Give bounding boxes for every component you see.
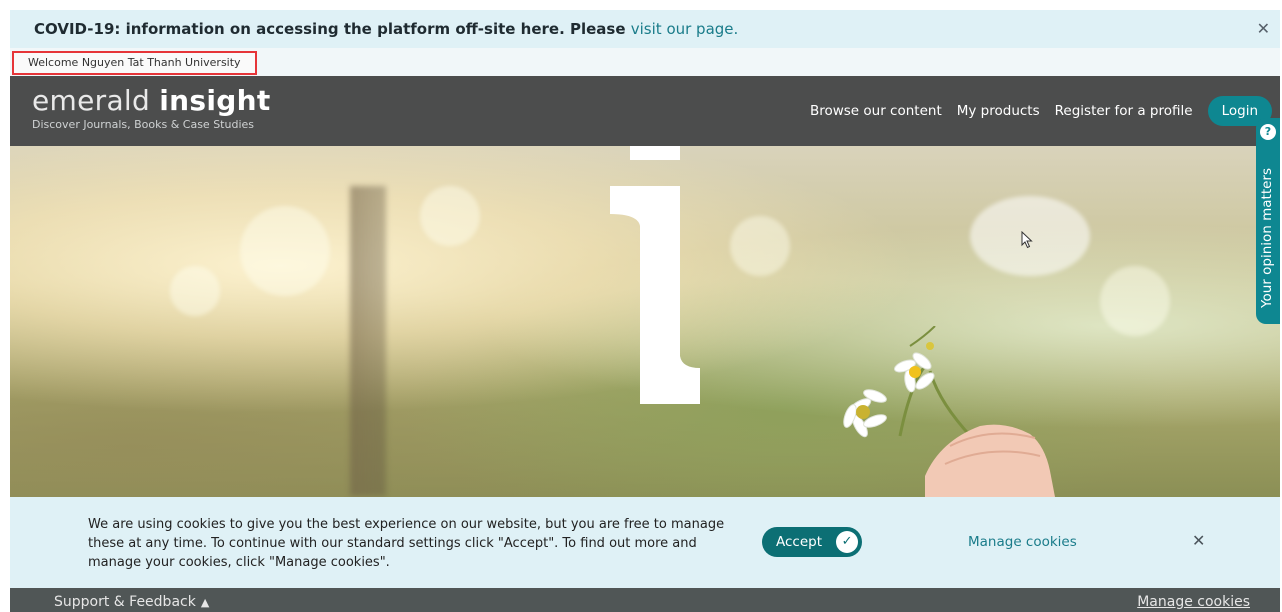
welcome-strip: Welcome Nguyen Tat Thanh University [10, 48, 1280, 76]
main-nav: Browse our content My products Register … [810, 96, 1272, 126]
nav-register-profile[interactable]: Register for a profile [1055, 103, 1193, 119]
bokeh-light [240, 206, 330, 296]
covid-banner-text: COVID-19: information on accessing the p… [34, 10, 738, 48]
site-header: emerald insight Discover Journals, Books… [10, 76, 1280, 146]
visit-our-page-link[interactable]: visit our page. [631, 20, 739, 38]
nav-browse-our-content[interactable]: Browse our content [810, 103, 942, 119]
logo-bold-text: insight [159, 84, 271, 117]
flower-and-hand-graphic [843, 326, 1055, 497]
accept-label: Accept [776, 534, 823, 550]
logo-light-text: emerald [32, 84, 160, 117]
cookie-message: We are using cookies to give you the bes… [88, 517, 725, 570]
bokeh-light [420, 186, 480, 246]
close-icon[interactable]: ✕ [1192, 531, 1205, 550]
mouse-cursor-icon [1021, 231, 1033, 249]
page: COVID-19: information on accessing the p… [10, 10, 1280, 612]
bokeh-light [170, 266, 220, 316]
tree-trunk [350, 186, 386, 496]
welcome-message: Welcome Nguyen Tat Thanh University [12, 51, 257, 75]
nav-my-products[interactable]: My products [957, 103, 1040, 119]
emerald-insight-logo[interactable]: emerald insight Discover Journals, Books… [32, 86, 271, 132]
manage-cookies-link[interactable]: Manage cookies [968, 534, 1077, 550]
your-opinion-matters-tab[interactable]: ? Your opinion matters [1256, 118, 1280, 324]
logo-wordmark: emerald insight [32, 86, 271, 116]
hero-image [10, 146, 1280, 497]
logo-tagline: Discover Journals, Books & Case Studies [32, 118, 254, 131]
footer-bar: Support & Feedback ▲ Manage cookies [10, 588, 1280, 612]
bokeh-light [730, 216, 790, 276]
cookie-banner: We are using cookies to give you the bes… [10, 497, 1280, 588]
covid-banner-message: COVID-19: information on accessing the p… [34, 20, 626, 38]
check-icon: ✓ [836, 531, 859, 553]
support-feedback-toggle[interactable]: Support & Feedback ▲ [54, 594, 209, 610]
caret-up-icon: ▲ [200, 596, 210, 609]
feedback-tab-label: Your opinion matters [1259, 167, 1275, 308]
close-icon[interactable]: ✕ [1257, 10, 1270, 48]
support-feedback-label: Support & Feedback [54, 594, 196, 610]
footer-manage-cookies-link[interactable]: Manage cookies [1137, 594, 1250, 610]
covid-banner: COVID-19: information on accessing the p… [10, 10, 1280, 48]
question-icon: ? [1260, 124, 1276, 140]
insight-i-graphic [610, 146, 700, 404]
bokeh-light [1100, 266, 1170, 336]
accept-cookies-button[interactable]: Accept ✓ [762, 527, 863, 557]
